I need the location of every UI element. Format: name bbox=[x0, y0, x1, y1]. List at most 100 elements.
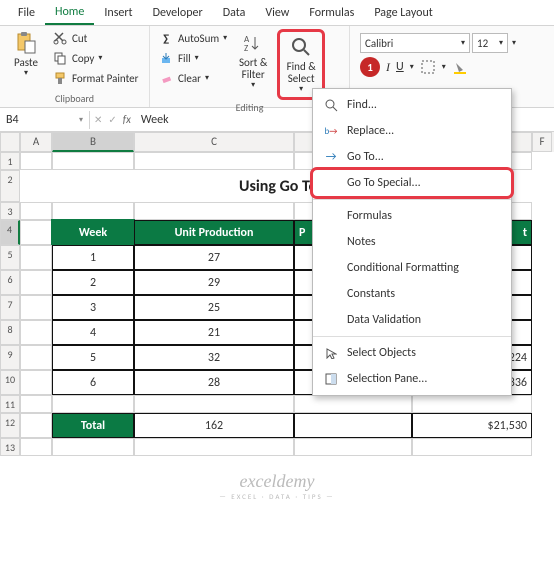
paste-button[interactable]: Paste ▾ bbox=[6, 29, 46, 80]
tab-home[interactable]: Home bbox=[45, 1, 94, 25]
row-header[interactable]: 11 bbox=[0, 395, 20, 413]
blank-icon bbox=[323, 260, 339, 276]
find-select-menu: Find... b→Replace... →Go To... Go To Spe… bbox=[312, 88, 512, 396]
col-header-c[interactable]: C bbox=[134, 132, 294, 152]
total-units[interactable]: 162 bbox=[134, 413, 294, 438]
tab-insert[interactable]: Insert bbox=[94, 2, 142, 24]
chevron-down-icon: ▾ bbox=[98, 53, 102, 63]
menu-notes[interactable]: Notes bbox=[313, 229, 511, 255]
find-icon bbox=[323, 97, 339, 113]
menu-select-objects[interactable]: Select Objects bbox=[313, 340, 511, 366]
fill-color-button[interactable] bbox=[452, 59, 468, 75]
cut-button[interactable]: Cut bbox=[50, 29, 140, 47]
menu-goto[interactable]: →Go To... bbox=[313, 144, 511, 170]
chevron-down-icon: ▾ bbox=[24, 69, 28, 78]
enter-icon[interactable]: ✓ bbox=[108, 113, 116, 126]
tab-view[interactable]: View bbox=[255, 2, 299, 24]
autosum-button[interactable]: ∑ AutoSum▾ bbox=[156, 29, 229, 47]
table-cell[interactable]: 6 bbox=[52, 370, 134, 395]
format-painter-icon bbox=[52, 70, 68, 86]
autosum-icon: ∑ bbox=[158, 30, 174, 46]
row-header[interactable]: 9 bbox=[0, 345, 20, 370]
watermark: exceldemy — EXCEL · DATA · TIPS — bbox=[219, 471, 334, 501]
col-header-a[interactable]: A bbox=[20, 132, 52, 152]
replace-icon: b→ bbox=[323, 123, 339, 139]
tab-file[interactable]: File bbox=[8, 2, 45, 24]
menu-replace[interactable]: b→Replace... bbox=[313, 118, 511, 144]
row-header[interactable]: 1 bbox=[0, 152, 20, 170]
fx-icon[interactable]: fx bbox=[123, 113, 131, 126]
clear-button[interactable]: Clear▾ bbox=[156, 69, 229, 87]
col-header-b[interactable]: B bbox=[52, 132, 134, 152]
formula-input[interactable]: Week bbox=[137, 111, 173, 129]
clear-icon bbox=[158, 70, 174, 86]
col-header-f[interactable]: F bbox=[532, 132, 552, 152]
blank-icon bbox=[323, 286, 339, 302]
font-size-combo[interactable]: 12▾ bbox=[472, 33, 508, 53]
tab-data[interactable]: Data bbox=[213, 2, 256, 24]
menu-selection-pane[interactable]: Selection Pane... bbox=[313, 366, 511, 392]
copy-icon bbox=[52, 50, 68, 66]
menu-find[interactable]: Find... bbox=[313, 92, 511, 118]
menu-data-validation[interactable]: Data Validation bbox=[313, 307, 511, 333]
row-header[interactable]: 3 bbox=[0, 202, 20, 220]
row-header[interactable]: 8 bbox=[0, 320, 20, 345]
row-header[interactable]: 12 bbox=[0, 413, 20, 438]
fill-button[interactable]: Fill▾ bbox=[156, 49, 229, 67]
border-button[interactable] bbox=[420, 59, 436, 75]
find-select-button[interactable]: Find & Select ▾ bbox=[281, 33, 321, 96]
menu-goto-special[interactable]: Go To Special... bbox=[313, 170, 511, 196]
total-label[interactable]: Total bbox=[52, 413, 134, 438]
table-cell[interactable]: 25 bbox=[134, 295, 294, 320]
chevron-down-icon: ▾ bbox=[299, 85, 303, 94]
row-header[interactable]: 13 bbox=[0, 438, 20, 456]
table-cell[interactable]: 4 bbox=[52, 320, 134, 345]
tab-page-layout[interactable]: Page Layout bbox=[364, 2, 442, 24]
sort-filter-button[interactable]: AZ Sort & Filter ▾ bbox=[233, 29, 273, 92]
table-cell[interactable]: 21 bbox=[134, 320, 294, 345]
table-cell[interactable]: 5 bbox=[52, 345, 134, 370]
cursor-icon bbox=[323, 345, 339, 361]
row-header[interactable]: 5 bbox=[0, 245, 20, 270]
menu-formulas[interactable]: Formulas bbox=[313, 203, 511, 229]
table-header[interactable]: Unit Production bbox=[134, 220, 294, 245]
blank-icon bbox=[323, 234, 339, 250]
blank-icon bbox=[323, 208, 339, 224]
select-all-corner[interactable] bbox=[0, 132, 20, 152]
font-name-combo[interactable]: Calibri▾ bbox=[360, 33, 470, 53]
copy-button[interactable]: Copy ▾ bbox=[50, 49, 140, 67]
ribbon-tabs: File Home Insert Developer Data View For… bbox=[0, 0, 554, 26]
cut-icon bbox=[52, 30, 68, 46]
row-header[interactable]: 2 bbox=[0, 170, 20, 202]
table-cell[interactable]: 2 bbox=[52, 270, 134, 295]
tab-developer[interactable]: Developer bbox=[143, 2, 213, 24]
row-header[interactable]: 7 bbox=[0, 295, 20, 320]
table-cell[interactable]: 27 bbox=[134, 245, 294, 270]
find-select-icon bbox=[289, 35, 313, 59]
paste-icon bbox=[14, 31, 38, 55]
svg-text:Z: Z bbox=[244, 43, 248, 53]
format-painter-button[interactable]: Format Painter bbox=[50, 69, 140, 87]
menu-conditional-formatting[interactable]: Conditional Formatting bbox=[313, 255, 511, 281]
tab-formulas[interactable]: Formulas bbox=[299, 2, 364, 24]
menu-constants[interactable]: Constants bbox=[313, 281, 511, 307]
table-cell[interactable]: 3 bbox=[52, 295, 134, 320]
table-cell[interactable]: 1 bbox=[52, 245, 134, 270]
row-header[interactable]: 6 bbox=[0, 270, 20, 295]
cell-b4[interactable]: Week bbox=[52, 220, 134, 245]
blank-icon bbox=[323, 175, 339, 191]
italic-button[interactable]: I bbox=[386, 60, 390, 75]
chevron-down-icon: ▾ bbox=[251, 81, 255, 90]
row-header[interactable]: 4 bbox=[0, 220, 20, 245]
badge-1: 1 bbox=[360, 57, 380, 77]
total-cost[interactable]: $21,530 bbox=[412, 413, 532, 438]
selection-pane-icon bbox=[323, 371, 339, 387]
table-cell[interactable]: 29 bbox=[134, 270, 294, 295]
cancel-icon[interactable]: ✕ bbox=[94, 113, 102, 126]
underline-button[interactable]: U bbox=[396, 60, 404, 74]
name-box[interactable]: B4▾ bbox=[0, 111, 90, 129]
table-cell[interactable]: 32 bbox=[134, 345, 294, 370]
row-header[interactable]: 10 bbox=[0, 370, 20, 395]
table-cell[interactable] bbox=[294, 413, 412, 438]
table-cell[interactable]: 28 bbox=[134, 370, 294, 395]
